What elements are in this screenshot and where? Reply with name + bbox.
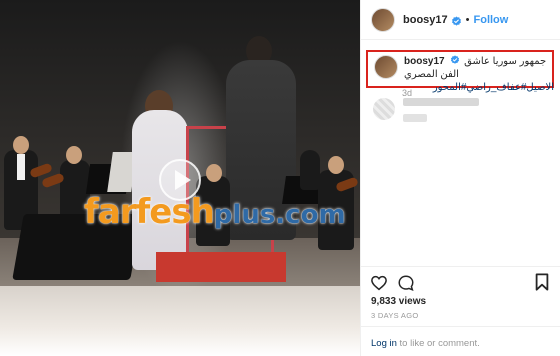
musician-right-3 [300, 150, 320, 190]
post-username[interactable]: boosy17 [403, 14, 448, 26]
heart-icon[interactable] [370, 274, 388, 292]
musician-head [66, 146, 82, 164]
musician-head [206, 164, 222, 182]
comment-blurred [373, 98, 479, 122]
musician-head [13, 136, 29, 154]
caption-timestamp[interactable]: 3d [402, 88, 412, 98]
view-count[interactable]: 9,833 views [371, 296, 426, 307]
post-sidebar: boosy17 • Follow boosy17 جمهور سوريا عاش [360, 0, 560, 356]
bookmark-icon[interactable] [534, 273, 550, 291]
login-prompt: Log in to like or comment. [361, 326, 560, 356]
action-bar [361, 266, 560, 298]
separator-dot: • [465, 13, 470, 26]
video-player[interactable]: farfesh plus.com [0, 0, 360, 356]
caption-username[interactable]: boosy17 [404, 56, 445, 67]
watermark-logo: farfesh plus.com [84, 192, 354, 236]
comment-avatar [373, 98, 395, 120]
post-header: boosy17 • Follow [361, 0, 560, 40]
watermark-primary: farfesh [84, 192, 215, 232]
comment-icon[interactable] [397, 274, 415, 292]
avatar[interactable] [371, 7, 395, 32]
follow-button[interactable]: Follow [474, 14, 509, 26]
login-link[interactable]: Log in [371, 338, 397, 349]
verified-badge-icon [450, 55, 461, 66]
comment-text-redacted [403, 98, 479, 122]
musician-shirt [17, 154, 25, 180]
caption-avatar[interactable] [374, 55, 398, 79]
caption-hashtags[interactable]: الاصيل#عفاف_راضي#المحور [404, 81, 554, 94]
musician-head [328, 156, 344, 174]
post-date[interactable]: 3 DAYS AGO [371, 311, 418, 320]
podium-base [156, 252, 286, 282]
caption: boosy17 جمهور سوريا عاشق الفن المصري الا… [374, 55, 554, 94]
watermark-secondary: plus.com [213, 200, 346, 230]
login-prompt-text: to like or comment. [396, 338, 480, 349]
verified-badge-icon [451, 14, 462, 26]
caption-text: boosy17 جمهور سوريا عاشق الفن المصري الا… [404, 55, 554, 94]
